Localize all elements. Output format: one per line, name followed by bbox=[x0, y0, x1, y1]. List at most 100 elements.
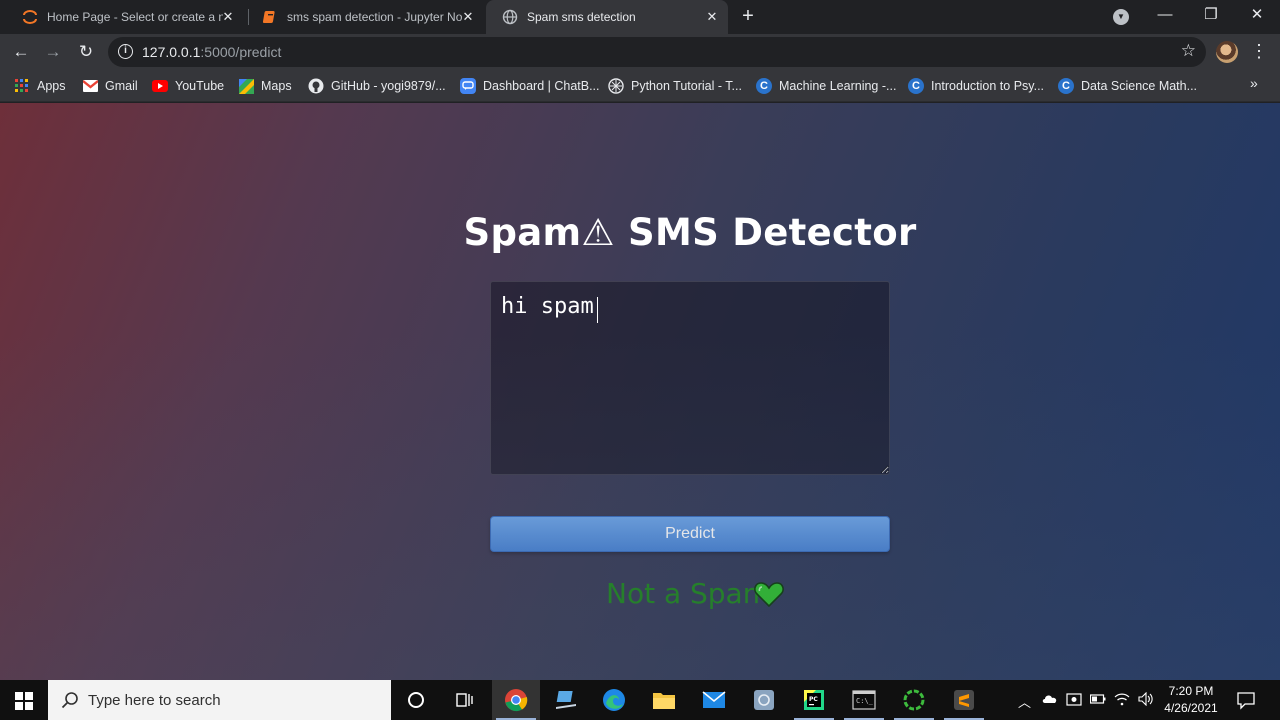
search-icon bbox=[61, 692, 78, 709]
coursera-icon: C bbox=[1058, 78, 1074, 94]
sublime-text-icon[interactable] bbox=[940, 680, 988, 720]
new-tab-icon[interactable]: + bbox=[738, 5, 758, 29]
page-content: Spam⚠ SMS Detector hi spam Predict Not a… bbox=[0, 103, 1280, 680]
profile-avatar[interactable] bbox=[1216, 41, 1238, 63]
tab-title: sms spam detection - Jupyter No bbox=[287, 10, 463, 24]
volume-icon[interactable] bbox=[1138, 691, 1154, 709]
tab-title: Home Page - Select or create a n bbox=[47, 10, 223, 24]
clock-time: 7:20 PM bbox=[1168, 684, 1214, 698]
clock-date: 4/26/2021 bbox=[1164, 701, 1218, 715]
bookmark-label: Maps bbox=[261, 79, 292, 93]
notification-center-icon[interactable] bbox=[1236, 690, 1256, 710]
close-window-icon[interactable]: ✕ bbox=[1234, 0, 1280, 32]
chrome-taskbar-icon[interactable] bbox=[492, 680, 540, 720]
svg-text:C:\_: C:\_ bbox=[856, 697, 874, 705]
minimize-icon[interactable]: — bbox=[1142, 0, 1188, 32]
taskbar-search[interactable]: Type here to search bbox=[48, 680, 391, 720]
bookmark-label: Apps bbox=[37, 79, 66, 93]
bookmark-label: Gmail bbox=[105, 79, 138, 93]
address-bar[interactable]: i 127.0.0.1:5000/predict ☆ bbox=[108, 37, 1206, 67]
warning-icon: ⚠ bbox=[581, 211, 615, 254]
coursera-icon: C bbox=[908, 78, 924, 94]
tab-title: Spam sms detection bbox=[527, 10, 636, 24]
search-placeholder: Type here to search bbox=[88, 692, 221, 709]
coursera-icon: C bbox=[756, 78, 772, 94]
close-tab-icon[interactable]: ✕ bbox=[460, 9, 476, 25]
bookmark-intro-psychology[interactable]: C Introduction to Psy... bbox=[908, 76, 1044, 96]
chat-icon bbox=[460, 78, 476, 94]
more-bookmarks-icon[interactable]: » bbox=[1250, 75, 1258, 91]
green-heart-icon bbox=[754, 582, 784, 607]
site-info-icon[interactable]: i bbox=[118, 44, 133, 59]
bookmark-label: GitHub - yogi9879/... bbox=[331, 79, 446, 93]
bookmark-label: Machine Learning -... bbox=[779, 79, 897, 93]
python-tutorial-icon bbox=[608, 78, 624, 94]
jupyter-icon bbox=[22, 9, 38, 25]
windows-taskbar: Type here to search PC C:\_ ︿ 7:20 PM 4/… bbox=[0, 680, 1280, 720]
gmail-icon bbox=[82, 78, 98, 94]
bookmark-data-science-math[interactable]: C Data Science Math... bbox=[1058, 76, 1197, 96]
bookmark-dashboard-chatbot[interactable]: Dashboard | ChatB... bbox=[460, 76, 600, 96]
url-text[interactable]: 127.0.0.1:5000/predict bbox=[142, 44, 281, 60]
back-icon[interactable]: ← bbox=[10, 41, 32, 63]
page-title: Spam⚠ SMS Detector bbox=[0, 211, 1280, 254]
url-path: :5000/predict bbox=[200, 44, 282, 60]
predict-button[interactable]: Predict bbox=[490, 516, 890, 552]
maps-icon bbox=[238, 78, 254, 94]
github-icon bbox=[308, 78, 324, 94]
cortana-icon[interactable] bbox=[392, 680, 440, 720]
bookmark-youtube[interactable]: YouTube bbox=[152, 76, 224, 96]
wifi-icon[interactable] bbox=[1114, 692, 1130, 709]
taskbar-clock[interactable]: 7:20 PM 4/26/2021 bbox=[1158, 683, 1224, 717]
bookmarks-bar: Apps Gmail YouTube Maps GitHub - yogi987… bbox=[0, 70, 1280, 102]
edge-icon[interactable] bbox=[590, 680, 638, 720]
bookmark-label: Introduction to Psy... bbox=[931, 79, 1045, 93]
terminal-icon[interactable]: C:\_ bbox=[840, 680, 888, 720]
bookmark-gmail[interactable]: Gmail bbox=[82, 76, 138, 96]
photo-app-icon[interactable] bbox=[740, 680, 788, 720]
browser-toolbar: ← → ↻ i 127.0.0.1:5000/predict ☆ ⋮ bbox=[0, 34, 1280, 70]
browser-tab-strip: Home Page - Select or create a n ✕ sms s… bbox=[0, 0, 1280, 34]
close-tab-icon[interactable]: ✕ bbox=[704, 9, 720, 25]
url-host: 127.0.0.1 bbox=[142, 44, 201, 60]
bookmark-label: Python Tutorial - T... bbox=[631, 79, 742, 93]
show-hidden-icons[interactable]: ︿ bbox=[1018, 692, 1031, 711]
globe-icon bbox=[502, 9, 518, 25]
battery-icon[interactable] bbox=[1089, 692, 1106, 707]
notebook-icon bbox=[262, 9, 278, 25]
bookmark-machine-learning[interactable]: C Machine Learning -... bbox=[756, 76, 896, 96]
tab-jupyter-notebook[interactable]: sms spam detection - Jupyter No ✕ bbox=[246, 0, 484, 34]
tab-search-icon[interactable]: ▼ bbox=[1113, 9, 1129, 25]
mail-icon[interactable] bbox=[690, 680, 738, 720]
bookmark-apps[interactable]: Apps bbox=[14, 76, 66, 96]
tab-spam-sms-detection[interactable]: Spam sms detection ✕ bbox=[486, 0, 728, 34]
bookmark-maps[interactable]: Maps bbox=[238, 76, 292, 96]
loading-app-icon[interactable] bbox=[890, 680, 938, 720]
youtube-icon bbox=[152, 78, 168, 94]
reload-icon[interactable]: ↻ bbox=[75, 41, 97, 63]
svg-text:PC: PC bbox=[809, 696, 818, 703]
title-spam: Spam bbox=[463, 211, 582, 254]
text-cursor bbox=[597, 297, 598, 323]
file-explorer-icon[interactable] bbox=[640, 680, 688, 720]
prediction-result: Not a Spam bbox=[0, 577, 1280, 610]
close-tab-icon[interactable]: ✕ bbox=[220, 9, 236, 25]
message-textarea[interactable]: hi spam bbox=[490, 281, 890, 475]
tab-jupyter-home[interactable]: Home Page - Select or create a n ✕ bbox=[6, 0, 244, 34]
bookmark-label: Data Science Math... bbox=[1081, 79, 1198, 93]
result-text: Not a Spam bbox=[606, 577, 770, 610]
restore-icon[interactable]: ❐ bbox=[1188, 0, 1234, 32]
apps-grid-icon bbox=[14, 78, 30, 94]
windows-start-icon[interactable] bbox=[0, 680, 48, 720]
onedrive-icon[interactable] bbox=[1042, 692, 1058, 707]
more-menu-icon[interactable]: ⋮ bbox=[1250, 40, 1268, 62]
bookmark-label: Dashboard | ChatB... bbox=[483, 79, 600, 93]
security-icon[interactable] bbox=[1066, 692, 1082, 709]
task-view-icon[interactable] bbox=[440, 680, 488, 720]
laptop-app-icon[interactable] bbox=[542, 680, 590, 720]
pycharm-icon[interactable]: PC bbox=[790, 680, 838, 720]
bookmark-star-icon[interactable]: ☆ bbox=[1181, 41, 1196, 61]
bookmark-python-tutorial[interactable]: Python Tutorial - T... bbox=[608, 76, 742, 96]
forward-icon[interactable]: → bbox=[42, 41, 64, 63]
bookmark-github[interactable]: GitHub - yogi9879/... bbox=[308, 76, 446, 96]
